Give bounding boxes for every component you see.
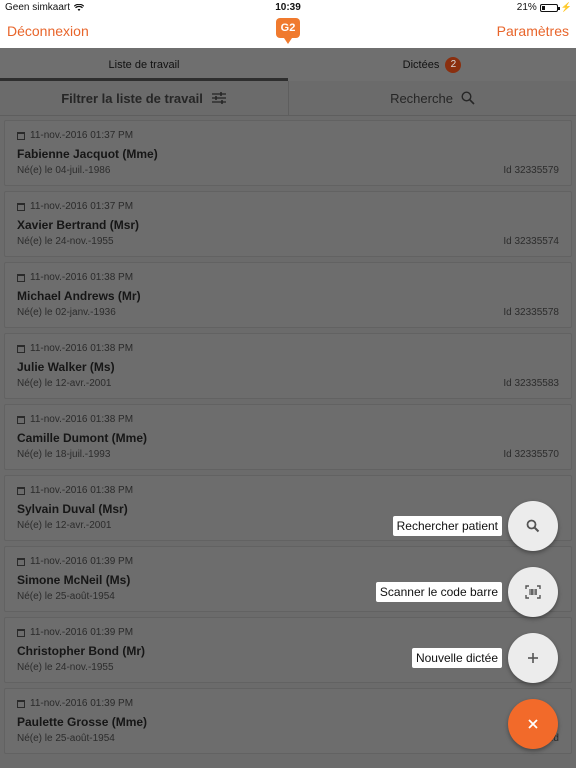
- navigation-bar: Déconnexion G2 Paramètres: [0, 16, 576, 48]
- patient-birthdate: Né(e) le 24-nov.-1955: [17, 236, 114, 247]
- settings-button[interactable]: Paramètres: [497, 23, 569, 39]
- tab-worklist[interactable]: Liste de travail: [0, 48, 288, 81]
- tab-bar: Liste de travail Dictées 2: [0, 48, 576, 81]
- battery-status: 21% ⚡: [517, 2, 572, 13]
- calendar-icon: [17, 628, 25, 637]
- tab-worklist-label: Liste de travail: [108, 58, 180, 71]
- appointment-date: 11-nov.-2016 01:37 PM: [30, 130, 134, 141]
- patient-name: Julie Walker (Ms): [17, 360, 115, 374]
- card-date: 11-nov.-2016 01:38 PM: [17, 343, 133, 354]
- calendar-icon: [17, 202, 25, 211]
- patient-name: Xavier Bertrand (Msr): [17, 218, 140, 232]
- calendar-icon: [17, 486, 25, 495]
- charging-icon: ⚡: [560, 2, 572, 12]
- barcode-icon: [525, 585, 541, 599]
- battery-percent: 21%: [516, 2, 537, 13]
- calendar-icon: [17, 415, 25, 424]
- card-date: 11-nov.-2016 01:38 PM: [17, 272, 133, 283]
- appointment-date: 11-nov.-2016 01:38 PM: [30, 414, 134, 425]
- patient-id: Id 32335579: [503, 165, 559, 176]
- patient-card[interactable]: 11-nov.-2016 01:37 PM Fabienne Jacquot (…: [4, 120, 572, 186]
- patient-id: Id 32335583: [503, 378, 559, 389]
- appointment-date: 11-nov.-2016 01:39 PM: [30, 698, 134, 709]
- patient-card[interactable]: 11-nov.-2016 01:38 PM Michael Andrews (M…: [4, 262, 572, 328]
- clock: 10:39: [275, 2, 301, 13]
- patient-birthdate: Né(e) le 25-août-1954: [17, 733, 115, 744]
- appointment-date: 11-nov.-2016 01:38 PM: [30, 272, 134, 283]
- patient-card[interactable]: 11-nov.-2016 01:39 PM Paulette Grosse (M…: [4, 688, 572, 754]
- card-date: 11-nov.-2016 01:38 PM: [17, 485, 133, 496]
- card-date: 11-nov.-2016 01:39 PM: [17, 627, 133, 638]
- tab-dictations-label: Dictées: [402, 58, 440, 71]
- patient-name: Christopher Bond (Mr): [17, 644, 145, 658]
- patient-birthdate: Né(e) le 02-janv.-1936: [17, 307, 116, 318]
- search-icon: [461, 91, 475, 105]
- patient-name: Michael Andrews (Mr): [17, 289, 141, 303]
- patient-birthdate: Né(e) le 12-avr.-2001: [17, 378, 112, 389]
- search-button[interactable]: Recherche: [288, 81, 576, 115]
- patient-name: Simone McNeil (Ms): [17, 573, 131, 587]
- appointment-date: 11-nov.-2016 01:37 PM: [30, 201, 134, 212]
- calendar-icon: [17, 273, 25, 282]
- search-patient-button[interactable]: [508, 501, 558, 551]
- filter-worklist-button[interactable]: Filtrer la liste de travail: [0, 81, 288, 115]
- patient-birthdate: Né(e) le 25-août-1954: [17, 591, 115, 602]
- patient-name: Camille Dumont (Mme): [17, 431, 148, 445]
- filter-worklist-label: Filtrer la liste de travail: [61, 90, 203, 106]
- patient-id: Id 32335578: [503, 307, 559, 318]
- close-icon: [528, 719, 538, 729]
- scan-barcode-button[interactable]: [508, 567, 558, 617]
- appointment-date: 11-nov.-2016 01:38 PM: [30, 343, 134, 354]
- patient-birthdate: Né(e) le 18-juil.-1993: [17, 449, 111, 460]
- patient-card[interactable]: 11-nov.-2016 01:39 PM Simone McNeil (Ms)…: [4, 546, 572, 612]
- patient-name: Fabienne Jacquot (Mme): [17, 147, 158, 161]
- filter-bar: Filtrer la liste de travail Recherche: [0, 81, 576, 116]
- calendar-icon: [17, 131, 25, 140]
- card-date: 11-nov.-2016 01:38 PM: [17, 414, 133, 425]
- appointment-date: 11-nov.-2016 01:38 PM: [30, 485, 134, 496]
- card-date: 11-nov.-2016 01:37 PM: [17, 130, 133, 141]
- appointment-date: 11-nov.-2016 01:39 PM: [30, 556, 134, 567]
- search-patient-label[interactable]: Rechercher patient: [392, 516, 502, 536]
- appointment-date: 11-nov.-2016 01:39 PM: [30, 627, 134, 638]
- calendar-icon: [17, 344, 25, 353]
- patient-name: Sylvain Duval (Msr): [17, 502, 128, 516]
- search-icon: [526, 519, 540, 533]
- status-bar: Geen simkaart 10:39 21% ⚡: [0, 0, 576, 16]
- patient-birthdate: Né(e) le 12-avr.-2001: [17, 520, 112, 531]
- new-dictation-label[interactable]: Nouvelle dictée: [411, 648, 502, 668]
- battery-icon: [539, 3, 560, 12]
- tab-dictations[interactable]: Dictées 2: [288, 48, 576, 81]
- calendar-icon: [17, 699, 25, 708]
- dictations-count-badge: 2: [445, 56, 462, 73]
- card-date: 11-nov.-2016 01:37 PM: [17, 201, 133, 212]
- g2-logo: G2: [276, 18, 300, 44]
- card-date: 11-nov.-2016 01:39 PM: [17, 698, 133, 709]
- patient-card[interactable]: 11-nov.-2016 01:38 PM Camille Dumont (Mm…: [4, 404, 572, 470]
- patient-card[interactable]: 11-nov.-2016 01:37 PM Xavier Bertrand (M…: [4, 191, 572, 257]
- calendar-icon: [17, 557, 25, 566]
- plus-icon: [528, 653, 538, 663]
- sliders-icon: [211, 92, 226, 104]
- close-menu-button[interactable]: [508, 699, 558, 749]
- patient-name: Paulette Grosse (Mme): [17, 715, 148, 729]
- logout-button[interactable]: Déconnexion: [7, 23, 89, 39]
- new-dictation-button[interactable]: [508, 633, 558, 683]
- card-date: 11-nov.-2016 01:39 PM: [17, 556, 133, 567]
- patient-card[interactable]: 11-nov.-2016 01:38 PM Julie Walker (Ms) …: [4, 333, 572, 399]
- patient-id: Id 32335570: [503, 449, 559, 460]
- patient-birthdate: Né(e) le 24-nov.-1955: [17, 662, 114, 673]
- patient-id: Id 32335574: [503, 236, 559, 247]
- search-label: Recherche: [390, 90, 453, 106]
- patient-birthdate: Né(e) le 04-juil.-1986: [17, 165, 111, 176]
- scan-barcode-label[interactable]: Scanner le code barre: [375, 582, 502, 602]
